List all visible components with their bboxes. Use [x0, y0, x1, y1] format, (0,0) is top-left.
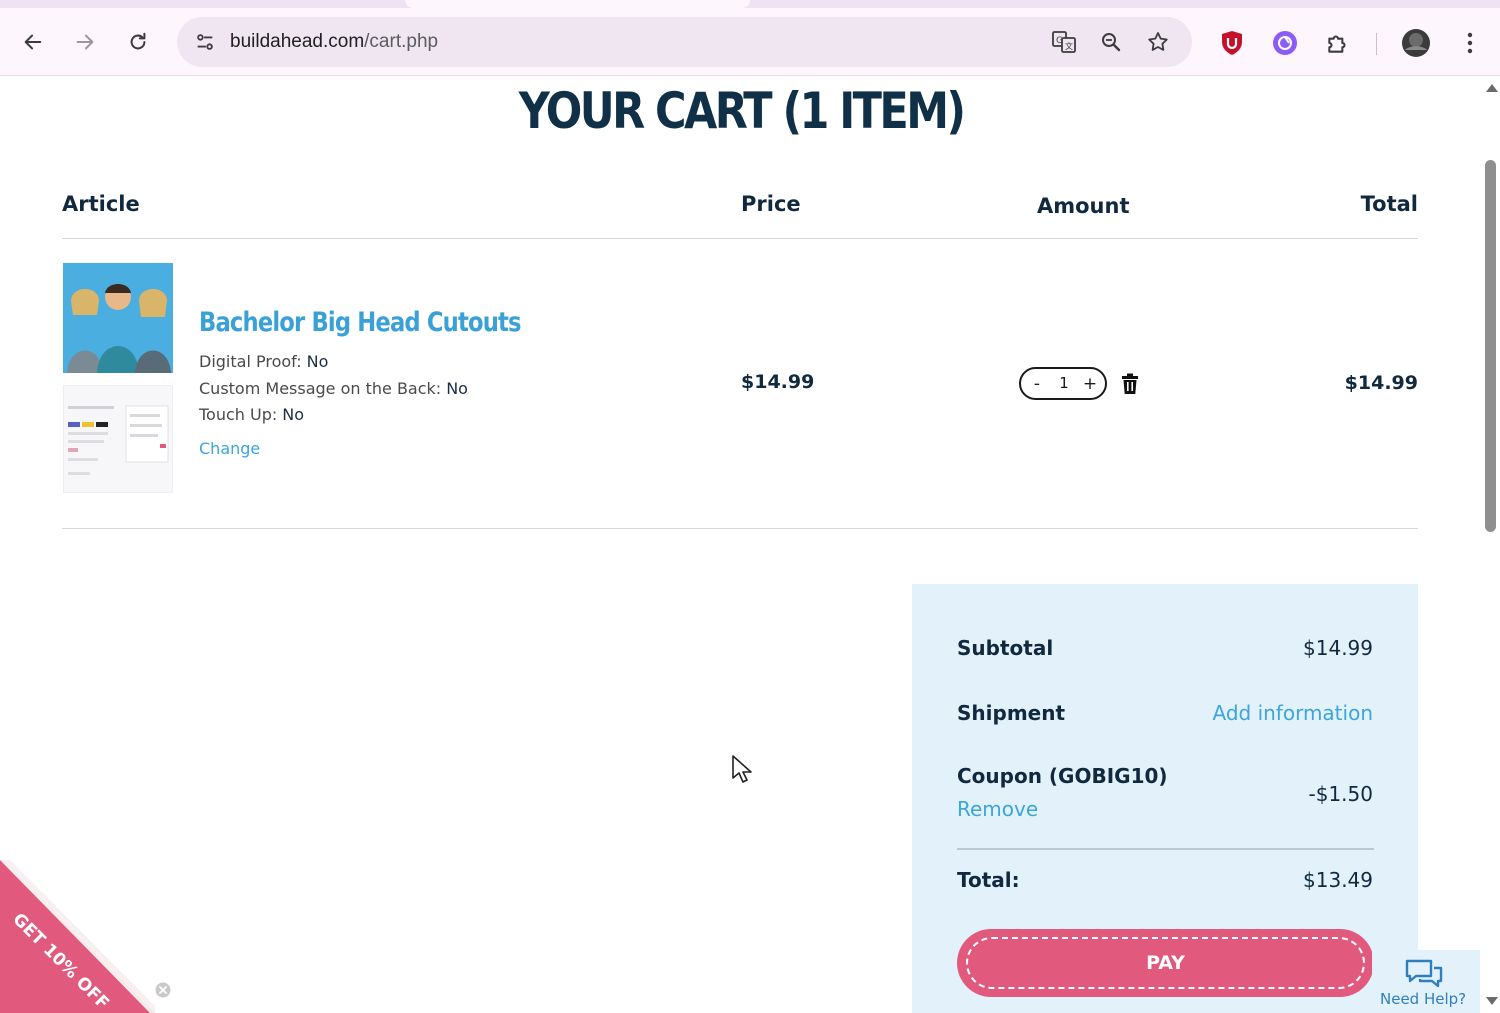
site-info-button[interactable] — [189, 26, 221, 58]
option-label: Digital Proof: — [199, 352, 302, 371]
scroll-up-arrow-icon[interactable] — [1486, 84, 1498, 92]
address-bar[interactable]: buildahead.com/cart.php G文 — [177, 17, 1192, 67]
scroll-thumb[interactable] — [1485, 160, 1496, 532]
coupon-remove-link[interactable]: Remove — [957, 797, 1038, 821]
discount-promo-banner[interactable]: GET 10% OFF — [0, 860, 155, 1013]
scroll-down-arrow-icon[interactable] — [1486, 997, 1498, 1005]
zoom-icon — [1102, 33, 1121, 52]
order-summary: Subtotal $14.99 Shipment Add information… — [912, 584, 1418, 1013]
translate-icon: G文 — [1052, 31, 1076, 53]
toolbar-divider — [1376, 33, 1377, 55]
product-thumbnail-proof[interactable] — [63, 385, 173, 493]
zoom-button[interactable] — [1098, 29, 1124, 55]
option-touch-up: Touch Up: No — [199, 405, 304, 424]
tune-icon — [197, 34, 213, 50]
subtotal-value: $14.99 — [1303, 636, 1373, 660]
product-name-link[interactable]: Bachelor Big Head Cutouts — [199, 307, 522, 338]
browser-toolbar: buildahead.com/cart.php G文 — [0, 8, 1500, 76]
header-price: Price — [741, 192, 801, 216]
pay-button[interactable]: PAY — [957, 929, 1374, 997]
shipment-label: Shipment — [957, 701, 1066, 725]
quantity-input[interactable]: 1 — [1051, 374, 1077, 392]
page-title: YOUR CART (1 ITEM) — [518, 82, 966, 140]
header-amount: Amount — [1037, 194, 1130, 218]
pay-button-label: PAY — [1146, 952, 1185, 974]
promo-close-icon[interactable] — [155, 982, 171, 998]
tab-strip — [0, 0, 1500, 8]
coupon-label: Coupon (GOBIG10) — [957, 764, 1168, 788]
option-value: No — [446, 379, 468, 398]
change-options-link[interactable]: Change — [199, 439, 260, 458]
shield-icon — [1222, 31, 1242, 55]
puzzle-icon — [1328, 35, 1346, 53]
extension-badge-icon — [1273, 31, 1297, 55]
browser-menu-button[interactable] — [1455, 28, 1485, 58]
url-host: buildahead.com — [230, 31, 365, 52]
quantity-increase-button[interactable]: + — [1079, 373, 1101, 395]
arrow-left-icon — [24, 34, 42, 50]
proof-preview-image — [64, 386, 172, 492]
back-button[interactable] — [17, 26, 49, 58]
option-label: Touch Up: — [199, 405, 278, 424]
reload-icon — [130, 32, 146, 50]
need-help-widget[interactable]: Need Help? — [1372, 950, 1480, 1013]
item-price: $14.99 — [741, 371, 815, 393]
table-header-divider — [62, 238, 1418, 239]
svg-text:文: 文 — [1065, 41, 1073, 51]
arrow-right-icon — [76, 34, 94, 50]
table-bottom-divider — [62, 528, 1418, 529]
quantity-decrease-button[interactable]: - — [1026, 373, 1048, 395]
total-value: $13.49 — [1303, 868, 1373, 892]
ublock-extension[interactable] — [1217, 28, 1247, 58]
chat-bubbles-icon — [1405, 959, 1443, 988]
need-help-label: Need Help? — [1380, 990, 1467, 1008]
avatar-icon — [1402, 29, 1430, 57]
summary-divider — [957, 848, 1374, 850]
bookmark-button[interactable] — [1145, 29, 1171, 55]
option-value: No — [282, 405, 305, 424]
mouse-pointer-icon — [732, 755, 752, 783]
option-label: Custom Message on the Back: — [199, 379, 442, 398]
more-vert-icon — [1467, 32, 1473, 54]
quantity-stepper: - 1 + — [1019, 367, 1107, 400]
header-article: Article — [62, 192, 140, 216]
subtotal-label: Subtotal — [957, 636, 1054, 660]
star-icon — [1148, 32, 1168, 51]
remove-item-button[interactable] — [1120, 373, 1140, 395]
item-line-total: $14.99 — [1344, 372, 1418, 394]
profile-avatar[interactable] — [1401, 28, 1431, 58]
total-label: Total: — [957, 868, 1020, 892]
active-tab[interactable] — [405, 0, 750, 8]
promo-corner-ribbon: GET 10% OFF — [0, 860, 155, 1013]
url-text[interactable]: buildahead.com/cart.php — [230, 31, 438, 53]
purple-extension[interactable] — [1270, 28, 1300, 58]
option-digital-proof: Digital Proof: No — [199, 352, 328, 371]
page-scrollbar[interactable] — [1482, 76, 1500, 1013]
header-total: Total — [1360, 192, 1418, 216]
trash-icon — [1122, 373, 1138, 394]
svg-text:G: G — [1056, 36, 1063, 46]
coupon-value: -$1.50 — [1308, 782, 1373, 806]
people-photo-image — [63, 263, 173, 373]
reload-button[interactable] — [122, 26, 154, 58]
translate-button[interactable]: G文 — [1051, 29, 1077, 55]
forward-button[interactable] — [69, 26, 101, 58]
option-value: No — [306, 352, 329, 371]
extensions-button[interactable] — [1323, 28, 1353, 58]
option-custom-message: Custom Message on the Back: No — [199, 379, 468, 398]
product-thumbnail-photo[interactable] — [63, 263, 173, 373]
shipment-add-info-link[interactable]: Add information — [1212, 701, 1373, 725]
url-path: /cart.php — [364, 31, 439, 52]
